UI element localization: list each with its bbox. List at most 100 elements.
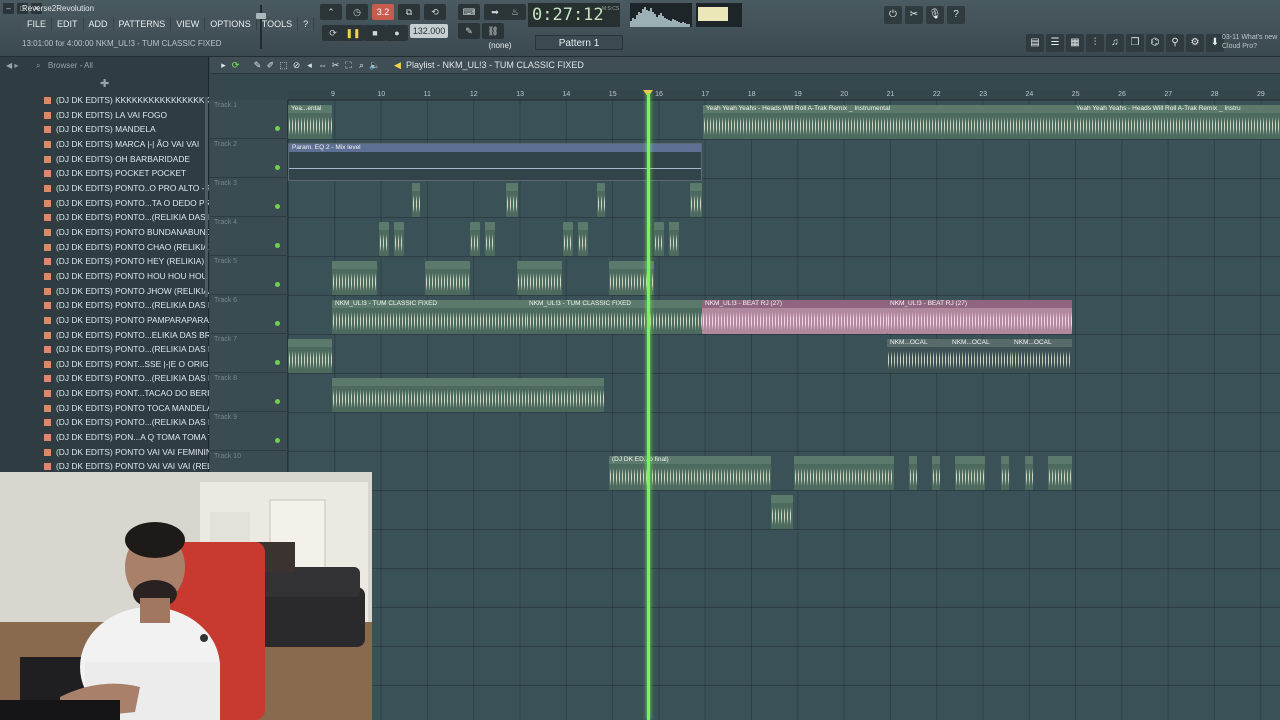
browser-item[interactable]: (DJ DK EDITS) PONTO CHAO (RELIKIA) [0,240,209,255]
audio-clip[interactable] [506,183,518,217]
minimize-button[interactable]: – [3,3,14,14]
pattern-selector[interactable]: Pattern 1 [535,35,623,50]
playlist-menu-icon[interactable]: ▸ [218,59,229,71]
audio-clip[interactable] [794,456,894,490]
zoom-icon[interactable]: ⌕ [356,59,367,71]
track-header[interactable]: Track 8 [210,373,288,412]
audio-clip[interactable]: (DJ DK ED...o final) [609,456,771,490]
audio-clip[interactable] [597,183,605,217]
help-icon[interactable]: ? [947,6,965,24]
playback-icon[interactable]: 🔈 [369,59,380,71]
audio-clip[interactable] [470,222,480,256]
slip-tool-icon[interactable]: ⇔ [317,59,328,71]
audio-clip[interactable]: NKM...OCAL [1011,339,1072,373]
zoom-select-icon[interactable]: ⛶ [343,59,354,71]
audio-clip[interactable] [332,378,604,412]
audio-clip[interactable] [1048,456,1072,490]
metronome-icon[interactable]: ⌃ [320,4,342,20]
wait-icon[interactable]: ◷ [346,4,368,20]
track-mute-led[interactable] [275,126,280,131]
audio-clip[interactable] [1001,456,1009,490]
audio-clip[interactable] [690,183,702,217]
browser-item[interactable]: (DJ DK EDITS) PONTO JHOW (RELIKIA) [0,284,209,299]
loop-record-icon[interactable]: ⟲ [424,4,446,20]
pattern-song-toggle[interactable]: ⟳ [322,25,344,41]
microphone-icon[interactable]: 🎙 [926,6,944,24]
browser-item[interactable]: (DJ DK EDITS) PONTO...(RELIKIA DAS BRABA… [0,298,209,313]
audio-clip[interactable] [578,222,588,256]
browser-item[interactable]: (DJ DK EDITS) MARCA |-| ÃO VAI VAI [0,137,209,152]
channel-rack-icon[interactable]: ☰ [1046,34,1064,52]
mute-tool-icon[interactable]: ⊘ [291,59,302,71]
menu-edit[interactable]: EDIT [52,17,84,31]
menu-help[interactable]: ? [298,17,315,31]
browser-item[interactable]: (DJ DK EDITS) PON...A Q TOMA TOMA TOMA [0,430,209,445]
audio-clip[interactable] [425,261,470,295]
audio-clip[interactable] [332,261,377,295]
audio-clip[interactable]: NKM_UL!3 - TUM CLASSIC FIXED [526,300,702,334]
slider-knob[interactable] [256,13,266,19]
news-panel[interactable]: 03-11 What's new Cloud Pro? [1222,33,1280,53]
automation-clip[interactable]: Param. EQ 2 - Mix level [288,143,702,181]
track-header[interactable]: Track 5 [210,256,288,295]
menu-patterns[interactable]: PATTERNS [113,17,172,31]
browser-item[interactable]: (DJ DK EDITS) LA VAI FOGO [0,108,209,123]
power-icon[interactable]: ⏻ [884,6,902,24]
browser-item[interactable]: (DJ DK EDITS) PONTO HOU HOU HOU [0,269,209,284]
audio-clip[interactable] [932,456,940,490]
browser-item[interactable]: (DJ DK EDITS) PONTO...(RELIKIA DAS BRABA… [0,415,209,430]
track-mute-led[interactable] [275,321,280,326]
plugin-icon[interactable]: ♫ [1106,34,1124,52]
browser-item[interactable]: (DJ DK EDITS) OH BARBARIDADE [0,152,209,167]
playhead[interactable] [647,93,650,720]
track-header[interactable]: Track 3 [210,178,288,217]
browser-item[interactable]: (DJ DK EDITS) PONTO...(RELIKIA DAS BRABA… [0,342,209,357]
browser-scrollbar[interactable] [205,97,208,297]
arrangement-grid[interactable]: Yea...ental Yeah Yeah Yeahs - Heads Will … [288,100,1280,720]
menu-options[interactable]: OPTIONS [205,17,257,31]
audio-clip[interactable] [955,456,985,490]
audio-clip[interactable] [771,495,793,529]
timeline-ruler[interactable]: 9 10 11 12 13 14 15 16 17 18 19 20 21 22 23 24 25 26 27 28 2… [288,90,1280,100]
record-icon[interactable]: ● [386,25,408,41]
audio-clip[interactable] [288,339,332,373]
audio-clip[interactable] [563,222,573,256]
step-edit-icon[interactable]: ⧉ [398,4,420,20]
automation-line[interactable] [289,168,701,169]
browser-item[interactable]: (DJ DK EDITS) PONTO HEY (RELIKIA) [0,254,209,269]
track-mute-led[interactable] [275,243,280,248]
playlist-icon[interactable]: ▤ [1026,34,1044,52]
slice-tool-icon[interactable]: ◂ [304,59,315,71]
countdown-icon[interactable]: ➡ [484,4,506,20]
playlist-loop-icon[interactable]: ⟳ [230,59,241,71]
snap-selector[interactable]: (none) [480,40,520,52]
track-mute-led[interactable] [275,165,280,170]
menu-add[interactable]: ADD [83,17,114,31]
audio-clip[interactable] [379,222,389,256]
browser-item[interactable]: (DJ DK EDITS) PONT...SSE |-|E O ORIGINAL… [0,357,209,372]
audio-clip[interactable] [669,222,679,256]
browser-item[interactable]: (DJ DK EDITS) MANDELA [0,122,209,137]
link-icon[interactable]: ⛓ [482,23,504,39]
browser-item[interactable]: (DJ DK EDITS) PONTO BUNDANABUNDANA [0,225,209,240]
piano-roll-icon[interactable]: ▦ [1066,34,1084,52]
tools-icon[interactable]: ✂ [905,6,923,24]
browser-item[interactable]: (DJ DK EDITS) POCKET POCKET [0,166,209,181]
mixer-icon[interactable]: ⫶ [1086,34,1104,52]
menu-file[interactable]: FILE [22,17,53,31]
paint-tool-icon[interactable]: ✐ [265,59,276,71]
track-mute-led[interactable] [275,438,280,443]
audio-clip[interactable] [412,183,420,217]
browser-item[interactable]: (DJ DK EDITS) PONTO PAMPARAPARAM [0,313,209,328]
blend-notes-icon[interactable]: ♨ [504,4,526,20]
audio-clip[interactable]: Yeah Yeah Yeahs - Heads Will Roll A-Trak… [1073,105,1280,139]
track-mute-led[interactable] [275,204,280,209]
tempo-display[interactable]: 132.000 [410,24,448,38]
browser-item[interactable]: (DJ DK EDITS) PONTO...ELIKIA DAS BRABA 2… [0,328,209,343]
track-header[interactable]: Track 2 [210,139,288,178]
audio-clip[interactable]: NKM...OCAL [887,339,949,373]
track-header[interactable]: Track 1 [210,100,288,139]
touch-keyboard-icon[interactable]: ⚲ [1166,34,1184,52]
select-tool-icon[interactable]: ⬚ [278,59,289,71]
track-header[interactable]: Track 4 [210,217,288,256]
